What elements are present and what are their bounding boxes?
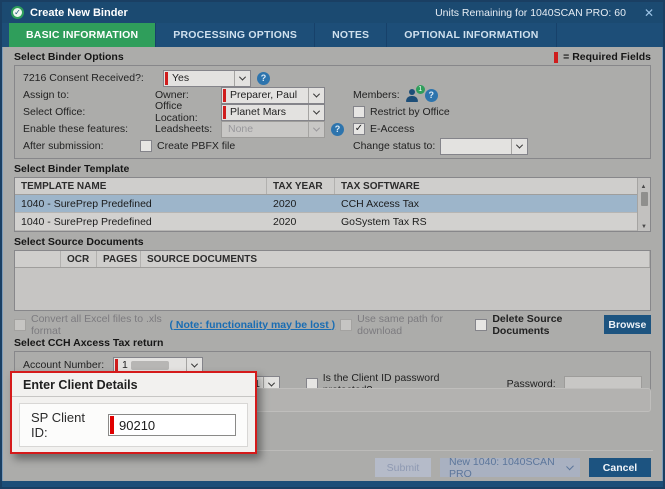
new-1040-dropdown-button[interactable]: New 1040: 1040SCAN PRO: [440, 458, 580, 477]
enter-client-details-popup: Enter Client Details SP Client ID:: [10, 371, 257, 454]
assign-to-label: Assign to:: [23, 89, 155, 101]
change-status-label: Change status to:: [353, 140, 435, 152]
same-path-checkbox[interactable]: [340, 319, 352, 331]
required-fields-legend: = Required Fields: [554, 51, 651, 63]
popup-body: SP Client ID:: [19, 403, 248, 447]
col-template-name: TEMPLATE NAME: [15, 178, 267, 194]
source-documents-header: OCR PAGES SOURCE DOCUMENTS: [15, 251, 650, 268]
tab-bar: BASIC INFORMATION PROCESSING OPTIONS NOT…: [2, 23, 663, 47]
eaccess-label: E-Access: [370, 123, 414, 135]
chevron-down-icon: [511, 139, 527, 154]
create-new-binder-dialog: ✓ Create New Binder Units Remaining for …: [0, 0, 665, 489]
owner-select[interactable]: Preparer, Paul: [221, 87, 325, 104]
functionality-note-link[interactable]: ( Note: functionality may be lost ): [169, 319, 335, 331]
source-documents-options: Convert all Excel files to .xls format (…: [14, 315, 651, 334]
chevron-down-icon: [234, 71, 250, 86]
required-mark-icon: [554, 52, 558, 63]
bottom-accent-strip: [2, 481, 663, 487]
create-pbfx-checkbox[interactable]: [140, 140, 152, 152]
browse-button[interactable]: Browse: [604, 315, 651, 334]
members-help-icon[interactable]: ?: [425, 89, 438, 102]
delete-source-docs-checkbox[interactable]: [475, 319, 487, 331]
source-documents-title: Select Source Documents: [14, 236, 144, 248]
sp-client-id-input[interactable]: [108, 414, 236, 436]
col-source-documents: SOURCE DOCUMENTS: [141, 251, 650, 267]
chevron-down-icon: [308, 122, 324, 137]
restrict-by-office-label: Restrict by Office: [370, 106, 450, 118]
tab-optional-information[interactable]: OPTIONAL INFORMATION: [387, 23, 556, 47]
leadsheets-help-icon[interactable]: ?: [331, 123, 344, 136]
leadsheets-select[interactable]: None: [221, 121, 325, 138]
same-path-label: Use same path for download: [357, 313, 466, 337]
change-status-select[interactable]: [440, 138, 528, 155]
tab-notes[interactable]: NOTES: [315, 23, 387, 47]
members-icon[interactable]: 1: [405, 89, 420, 102]
submit-button[interactable]: Submit: [375, 458, 431, 477]
title-bar: ✓ Create New Binder Units Remaining for …: [2, 2, 663, 23]
redacted-text-blob: [131, 361, 169, 370]
members-count-badge: 1: [416, 85, 425, 94]
binder-check-icon: ✓: [11, 6, 24, 19]
members-label: Members:: [353, 89, 400, 101]
account-number-label: Account Number:: [23, 359, 113, 371]
sp-client-id-label: SP Client ID:: [31, 410, 104, 440]
col-ocr: OCR: [61, 251, 97, 267]
units-remaining-text: Units Remaining for 1040SCAN PRO: 60: [435, 7, 626, 19]
dialog-content: Select Binder Options = Required Fields …: [2, 47, 663, 398]
select-office-label: Select Office:: [23, 106, 155, 118]
scroll-down-icon[interactable]: ▼: [641, 224, 647, 230]
office-location-select[interactable]: Planet Mars: [221, 104, 325, 121]
close-icon[interactable]: ✕: [644, 6, 654, 20]
eaccess-checkbox[interactable]: [353, 123, 365, 135]
binder-options-box: 7216 Consent Received?: Yes ? Assign to:…: [14, 65, 651, 159]
col-tax-software: TAX SOFTWARE: [335, 178, 650, 194]
cancel-button[interactable]: Cancel: [589, 458, 651, 477]
leadsheets-label: Leadsheets:: [155, 123, 221, 135]
create-pbfx-label: Create PBFX file: [157, 140, 235, 152]
after-submission-label: After submission:: [23, 140, 155, 152]
source-documents-table: OCR PAGES SOURCE DOCUMENTS: [14, 250, 651, 311]
convert-xls-label: Convert all Excel files to .xls format: [31, 313, 164, 337]
consent-help-icon[interactable]: ?: [257, 72, 270, 85]
binder-template-table: TEMPLATE NAME TAX YEAR TAX SOFTWARE 1040…: [14, 177, 651, 232]
tab-processing-options[interactable]: PROCESSING OPTIONS: [156, 23, 315, 47]
convert-xls-checkbox[interactable]: [14, 319, 26, 331]
footer-buttons: Submit New 1040: 1040SCAN PRO Cancel: [375, 458, 651, 477]
enable-features-label: Enable these features:: [23, 123, 155, 135]
chevron-down-icon: [566, 462, 574, 470]
template-row[interactable]: 1040 - SurePrep Predefined 2020 GoSystem…: [15, 213, 650, 231]
scroll-up-icon[interactable]: ▲: [641, 184, 647, 190]
popup-title: Enter Client Details: [12, 373, 255, 397]
binder-template-title: Select Binder Template: [14, 163, 129, 175]
scroll-thumb[interactable]: [641, 192, 648, 206]
binder-template-header: TEMPLATE NAME TAX YEAR TAX SOFTWARE: [15, 178, 650, 195]
tab-basic-information[interactable]: BASIC INFORMATION: [9, 23, 156, 47]
consent-select[interactable]: Yes: [163, 70, 251, 87]
col-empty: [15, 251, 61, 267]
chevron-down-icon: [308, 88, 324, 103]
tax-return-title: Select CCH Axcess Tax return: [14, 337, 163, 349]
col-tax-year: TAX YEAR: [267, 178, 335, 194]
binder-options-title: Select Binder Options: [14, 51, 124, 63]
delete-source-docs-label: Delete Source Documents: [492, 313, 598, 337]
template-row-selected[interactable]: 1040 - SurePrep Predefined 2020 CCH Axce…: [15, 195, 650, 213]
col-pages: PAGES: [97, 251, 141, 267]
window-title: Create New Binder: [30, 7, 128, 19]
chevron-down-icon: [308, 105, 324, 120]
consent-label: 7216 Consent Received?:: [23, 72, 155, 84]
source-documents-empty-body: [15, 268, 650, 310]
restrict-by-office-checkbox[interactable]: [353, 106, 365, 118]
template-scrollbar[interactable]: ▲ ▼: [637, 178, 650, 231]
